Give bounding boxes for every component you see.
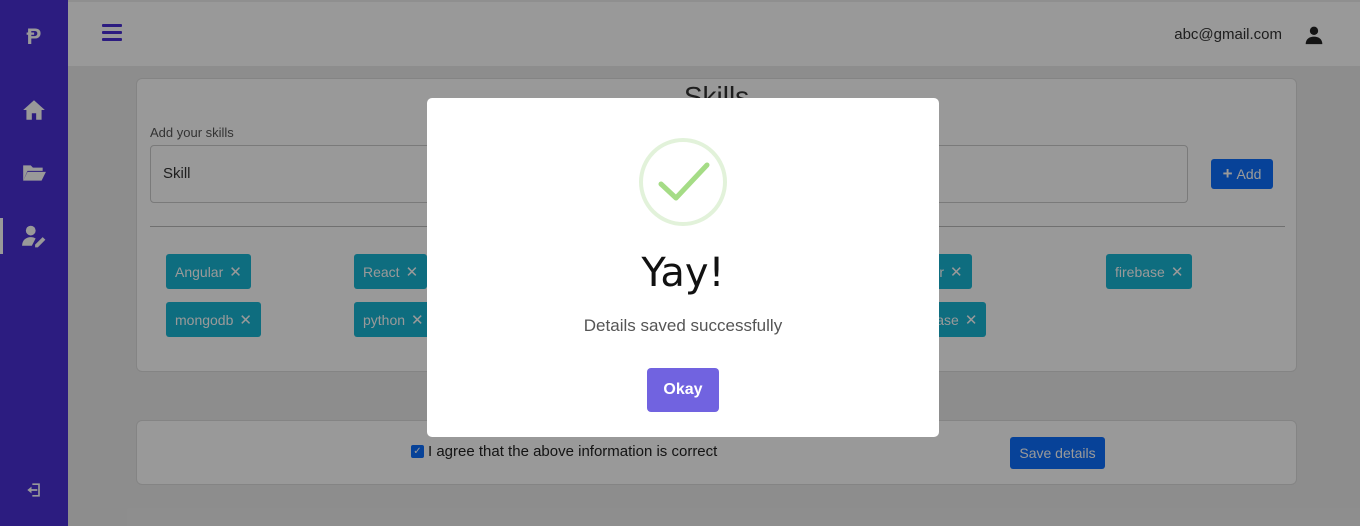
okay-button[interactable]: Okay [647,368,719,412]
success-modal: Yay! Details saved successfully Okay [427,98,939,437]
success-check-icon [639,138,727,226]
modal-message: Details saved successfully [583,316,783,335]
modal-heading: Yay! [641,250,725,296]
